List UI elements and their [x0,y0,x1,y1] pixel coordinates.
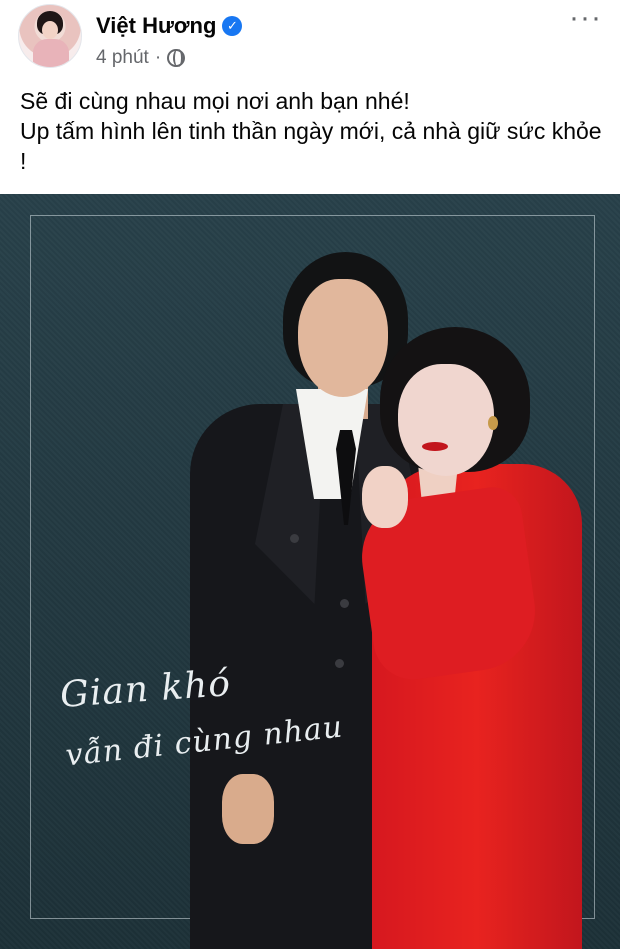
caption-line: Sẽ đi cùng nhau mọi nơi anh bạn nhé! [20,88,410,114]
suit-button [290,534,299,543]
caption-line: Up tấm hình lên tinh thần ngày mới, cả n… [20,118,602,174]
author-name-text[interactable]: Việt Hương [96,13,216,39]
more-options-button[interactable]: ··· [569,3,602,33]
post-header: Việt Hương ✓ 4 phút · ··· [0,0,620,80]
suit-button [335,659,344,668]
post-caption: Sẽ đi cùng nhau mọi nơi anh bạn nhé! Up … [20,86,610,176]
post-timestamp[interactable]: 4 phút [96,47,149,69]
post-photo[interactable]: ♡ ♡ Gian khó vẫn đi cùng nhau [0,194,620,949]
man-face [298,279,388,397]
verified-badge-icon: ✓ [222,16,243,36]
avatar-face [42,21,58,39]
avatar[interactable] [18,4,82,68]
man-hand [222,774,274,844]
woman-face [398,364,494,476]
post-meta: 4 phút · [96,47,186,69]
earring [488,416,498,430]
avatar-body [33,39,69,67]
author-name[interactable]: Việt Hương ✓ [96,13,243,39]
globe-icon[interactable] [167,49,186,67]
woman-lips [422,442,448,451]
woman-hand [362,466,408,528]
suit-button [340,599,349,608]
meta-separator: · [154,47,162,68]
